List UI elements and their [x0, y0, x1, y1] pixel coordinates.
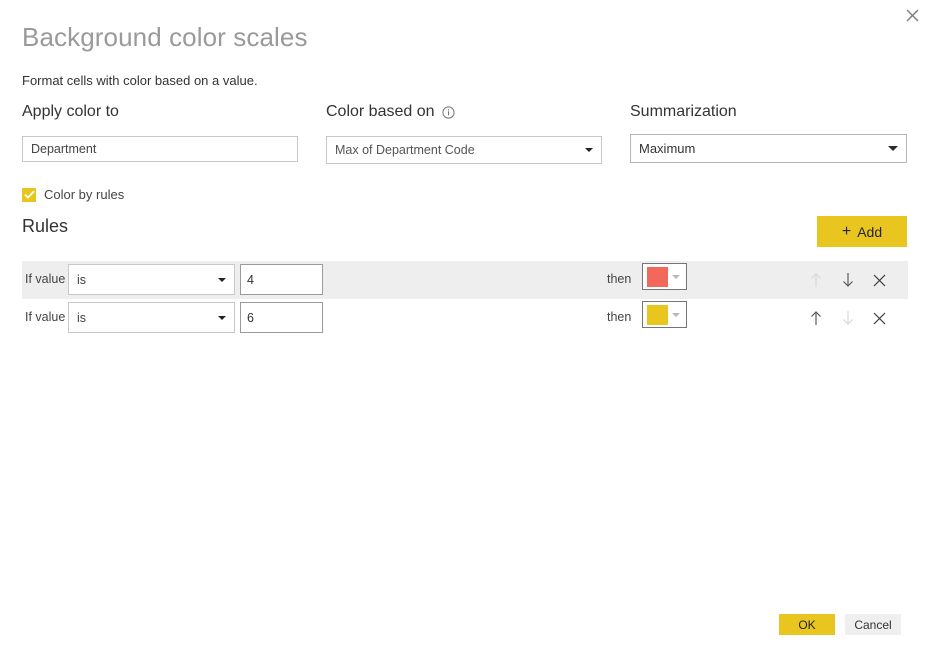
then-label: then	[607, 272, 632, 286]
close-icon	[873, 274, 885, 286]
ok-label: OK	[798, 617, 816, 632]
color-by-rules-checkbox[interactable]: Color by rules	[22, 187, 124, 202]
rule-operator-value: is	[77, 272, 87, 287]
cancel-label: Cancel	[854, 617, 892, 632]
arrow-up-icon	[811, 311, 821, 325]
apply-color-to-input[interactable]	[22, 136, 298, 162]
rule-row[interactable]: If value is then	[22, 261, 908, 299]
dialog-subtitle: Format cells with color based on a value…	[22, 73, 258, 88]
color-swatch	[647, 304, 668, 325]
color-based-on-value: Max of Department Code	[335, 143, 475, 157]
check-icon	[23, 190, 35, 199]
close-icon	[873, 312, 885, 324]
rule-color-picker[interactable]	[642, 301, 687, 328]
page-title: Background color scales	[22, 22, 308, 52]
move-rule-down-button[interactable]	[837, 307, 859, 329]
chevron-down-icon	[888, 146, 898, 151]
rules-heading: Rules	[22, 216, 69, 236]
if-value-label: If value	[25, 272, 66, 286]
rule-operator-select[interactable]: is	[68, 302, 235, 333]
info-icon[interactable]	[441, 105, 455, 119]
delete-rule-button[interactable]	[868, 269, 890, 291]
if-value-label: If value	[25, 310, 66, 324]
move-rule-up-button[interactable]	[805, 307, 827, 329]
summarization-value: Maximum	[639, 141, 696, 156]
rule-operator-select[interactable]: is	[68, 264, 235, 295]
close-icon	[906, 9, 919, 22]
then-label: then	[607, 310, 632, 324]
color-by-rules-label: Color by rules	[44, 187, 125, 202]
chevron-down-icon	[672, 274, 680, 279]
add-rule-button[interactable]: + Add	[817, 216, 907, 247]
plus-icon: +	[841, 222, 852, 240]
chevron-down-icon	[672, 312, 680, 317]
color-swatch	[647, 266, 668, 287]
summarization-label: Summarization	[630, 103, 737, 120]
chevron-down-icon	[585, 148, 593, 152]
rule-value-input[interactable]	[240, 264, 323, 295]
ok-button[interactable]: OK	[779, 614, 835, 635]
color-based-on-label: Color based on	[326, 103, 455, 121]
cancel-button[interactable]: Cancel	[845, 614, 901, 635]
rule-row[interactable]: If value is then	[22, 299, 908, 337]
rule-color-picker[interactable]	[642, 263, 687, 290]
move-rule-down-button[interactable]	[837, 269, 859, 291]
apply-color-to-label: Apply color to	[22, 103, 119, 120]
chevron-down-icon	[218, 277, 226, 282]
rule-value-input[interactable]	[240, 302, 323, 333]
arrow-up-icon	[811, 273, 821, 287]
chevron-down-icon	[218, 315, 226, 320]
color-based-on-combo[interactable]: Max of Department Code	[326, 136, 602, 164]
close-button[interactable]	[899, 2, 925, 28]
checkbox-box	[22, 187, 36, 202]
summarization-select[interactable]: Maximum	[630, 134, 907, 163]
delete-rule-button[interactable]	[868, 307, 890, 329]
move-rule-up-button[interactable]	[805, 269, 827, 291]
arrow-down-icon	[843, 273, 853, 287]
rule-operator-value: is	[77, 310, 87, 325]
arrow-down-icon	[843, 311, 853, 325]
add-rule-label: Add	[857, 223, 883, 240]
